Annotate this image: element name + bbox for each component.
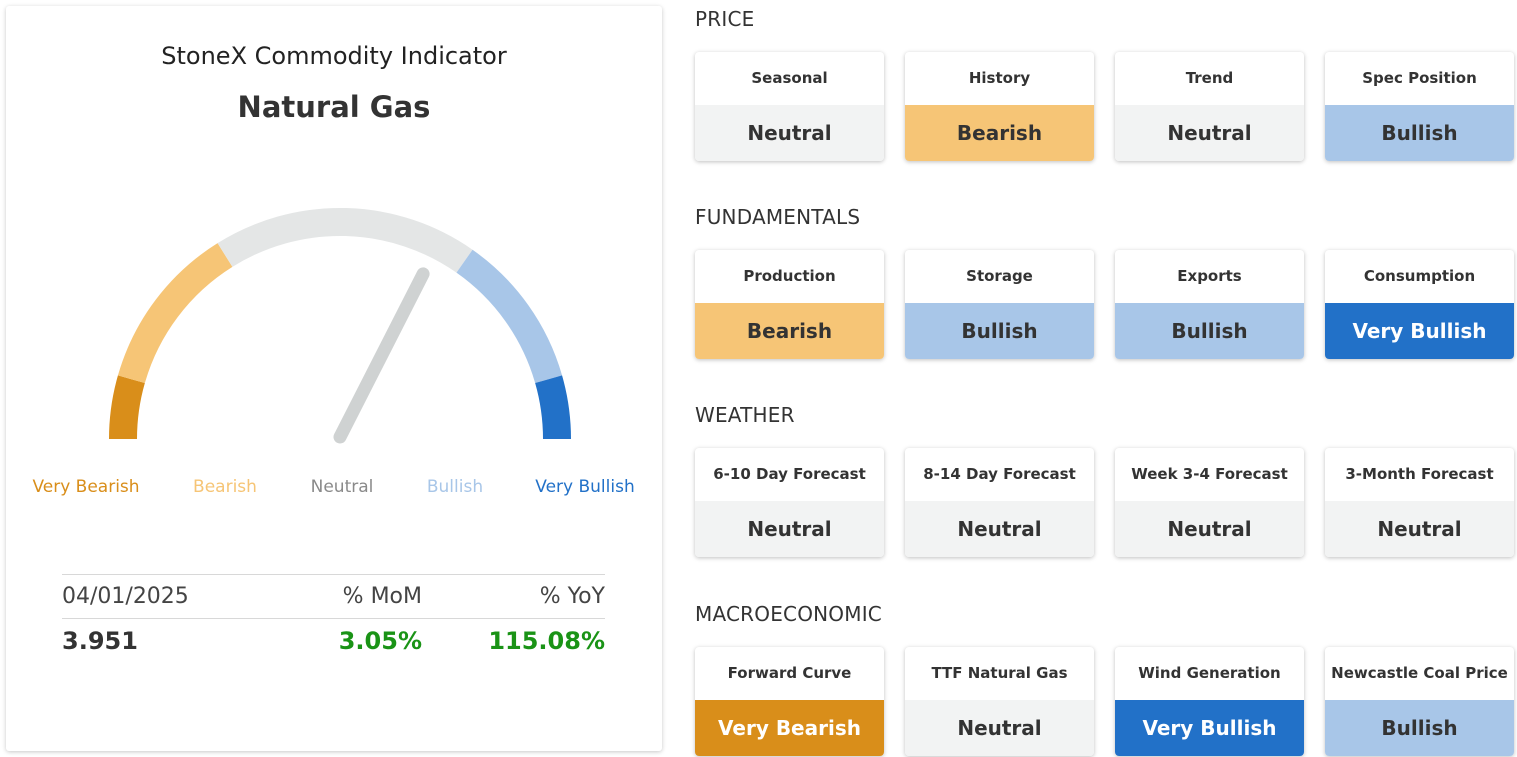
stats-values-row: 3.951 3.05% 115.08% bbox=[62, 618, 605, 662]
gauge-label-bullish: Bullish bbox=[426, 477, 484, 497]
price-stats: 04/01/2025 % MoM % YoY 3.951 3.05% 115.0… bbox=[62, 574, 605, 662]
card-label: Trend bbox=[1185, 69, 1234, 87]
card-label: Week 3-4 Forecast bbox=[1131, 465, 1288, 483]
indicator-panel: StoneX Commodity Indicator Natural Gas V… bbox=[6, 6, 662, 751]
card-newcastle-coal-price[interactable]: Newcastle Coal Price Bullish bbox=[1325, 647, 1514, 756]
card-sentiment: Neutral bbox=[1325, 501, 1514, 557]
gauge-label-bearish: Bearish bbox=[193, 477, 257, 497]
stats-date: 04/01/2025 bbox=[62, 584, 189, 609]
stats-price: 3.951 bbox=[62, 626, 138, 655]
card-label: Newcastle Coal Price bbox=[1331, 664, 1508, 682]
card-sentiment: Very Bearish bbox=[695, 700, 884, 756]
card-ttf-natural-gas[interactable]: TTF Natural Gas Neutral bbox=[905, 647, 1094, 756]
card-label: History bbox=[968, 69, 1031, 87]
card-label: TTF Natural Gas bbox=[931, 664, 1068, 682]
card-sentiment: Very Bullish bbox=[1115, 700, 1304, 756]
card-sentiment: Very Bullish bbox=[1325, 303, 1514, 359]
card-label: Seasonal bbox=[751, 69, 828, 87]
card-sentiment: Neutral bbox=[905, 700, 1094, 756]
card-exports[interactable]: Exports Bullish bbox=[1115, 250, 1304, 359]
card-sentiment: Neutral bbox=[1115, 105, 1304, 161]
stats-yoy-value: 115.08% bbox=[488, 626, 605, 655]
card-label: Spec Position bbox=[1362, 69, 1477, 87]
card-history[interactable]: History Bearish bbox=[905, 52, 1094, 161]
card-label: Forward Curve bbox=[727, 664, 852, 682]
gauge-arc-very-bullish bbox=[535, 375, 571, 440]
card-sentiment: Neutral bbox=[695, 501, 884, 557]
stats-header-row: 04/01/2025 % MoM % YoY bbox=[62, 574, 605, 618]
gauge-arc-neutral bbox=[217, 207, 473, 273]
card-storage[interactable]: Storage Bullish bbox=[905, 250, 1094, 359]
card-sentiment: Bearish bbox=[905, 105, 1094, 161]
card-sentiment: Bearish bbox=[695, 303, 884, 359]
section-title-weather: WEATHER bbox=[695, 403, 795, 427]
card-3-month-forecast[interactable]: 3-Month Forecast Neutral bbox=[1325, 448, 1514, 557]
card-sentiment: Bullish bbox=[1325, 700, 1514, 756]
card-6-10-day-forecast[interactable]: 6-10 Day Forecast Neutral bbox=[695, 448, 884, 557]
gauge-arc-bearish bbox=[117, 243, 233, 384]
card-sentiment: Neutral bbox=[695, 105, 884, 161]
gauge-arc-very-bearish bbox=[109, 375, 145, 440]
card-spec-position[interactable]: Spec Position Bullish bbox=[1325, 52, 1514, 161]
gauge-needle bbox=[333, 267, 430, 444]
card-8-14-day-forecast[interactable]: 8-14 Day Forecast Neutral bbox=[905, 448, 1094, 557]
card-label: Consumption bbox=[1363, 267, 1476, 285]
card-consumption[interactable]: Consumption Very Bullish bbox=[1325, 250, 1514, 359]
gauge-label-very-bearish: Very Bearish bbox=[32, 477, 140, 497]
sentiment-gauge bbox=[109, 207, 571, 444]
stats-mom-label: % MoM bbox=[342, 584, 422, 609]
section-title-macroeconomic: MACROECONOMIC bbox=[695, 602, 882, 626]
stats-yoy-label: % YoY bbox=[539, 584, 605, 609]
card-seasonal[interactable]: Seasonal Neutral bbox=[695, 52, 884, 161]
card-forward-curve[interactable]: Forward Curve Very Bearish bbox=[695, 647, 884, 756]
card-label: 6-10 Day Forecast bbox=[713, 465, 866, 483]
card-wind-generation[interactable]: Wind Generation Very Bullish bbox=[1115, 647, 1304, 756]
card-week-3-4-forecast[interactable]: Week 3-4 Forecast Neutral bbox=[1115, 448, 1304, 557]
gauge-arc-bullish bbox=[456, 249, 563, 384]
card-label: Production bbox=[743, 267, 836, 285]
card-production[interactable]: Production Bearish bbox=[695, 250, 884, 359]
card-label: 8-14 Day Forecast bbox=[923, 465, 1076, 483]
card-trend[interactable]: Trend Neutral bbox=[1115, 52, 1304, 161]
card-sentiment: Bullish bbox=[1115, 303, 1304, 359]
gauge-label-very-bullish: Very Bullish bbox=[535, 477, 635, 497]
section-title-fundamentals: FUNDAMENTALS bbox=[695, 205, 861, 229]
stats-mom-value: 3.05% bbox=[338, 626, 422, 655]
card-sentiment: Bullish bbox=[905, 303, 1094, 359]
gauge-label-neutral: Neutral bbox=[310, 477, 374, 497]
card-label: 3-Month Forecast bbox=[1345, 465, 1494, 483]
card-label: Storage bbox=[966, 267, 1033, 285]
card-label: Exports bbox=[1177, 267, 1242, 285]
card-sentiment: Neutral bbox=[1115, 501, 1304, 557]
section-title-price: PRICE bbox=[695, 7, 755, 31]
card-label: Wind Generation bbox=[1138, 664, 1281, 682]
card-sentiment: Neutral bbox=[905, 501, 1094, 557]
card-sentiment: Bullish bbox=[1325, 105, 1514, 161]
